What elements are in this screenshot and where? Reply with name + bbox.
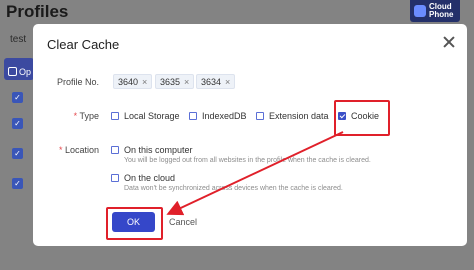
annotation-arrow [166, 131, 344, 216]
